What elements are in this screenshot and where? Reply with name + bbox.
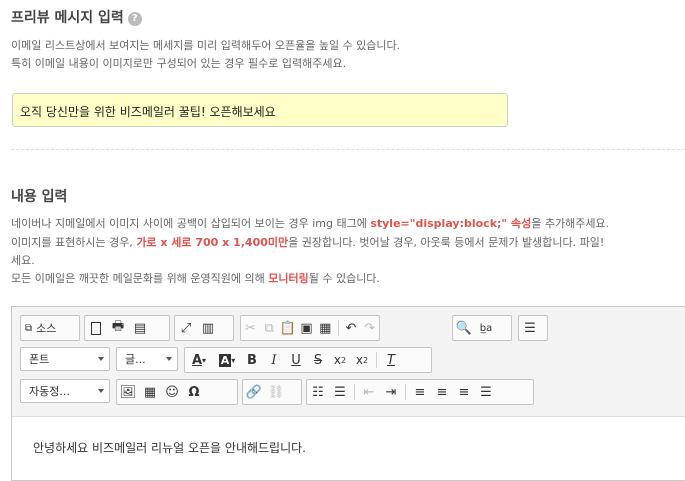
redo-icon[interactable]: ↷: [360, 316, 379, 340]
show-blocks-icon[interactable]: ▥: [197, 316, 219, 340]
toolbar-group-text: A ▾ A ▾ B I U S x2 x2 T: [184, 347, 432, 373]
toolbar-group-view: ⤢ ▥: [174, 315, 234, 341]
font-select[interactable]: 폰트: [20, 347, 110, 371]
bulleted-list-icon[interactable]: ☰: [329, 380, 351, 404]
auto-style-select[interactable]: 자동정...: [20, 379, 110, 403]
background-color-icon[interactable]: A ▾: [213, 348, 241, 372]
unlink-icon[interactable]: ⛓: [265, 380, 287, 404]
toolbar-group-select: ☰: [518, 315, 548, 341]
cut-icon[interactable]: ✂: [241, 316, 260, 340]
indent-icon[interactable]: ⇥: [380, 380, 402, 404]
undo-icon[interactable]: ↶: [342, 316, 361, 340]
toolbar-separator: [354, 384, 355, 400]
underline-icon[interactable]: U: [285, 348, 307, 372]
align-left-icon[interactable]: ≡: [409, 380, 431, 404]
source-label: 소스: [36, 322, 57, 335]
font-select-label: 폰트: [29, 353, 50, 366]
source-icon: ⧉: [25, 322, 33, 334]
search-icon[interactable]: 🔍: [453, 316, 475, 340]
table-icon[interactable]: ▦: [139, 380, 161, 404]
content-desc-4-highlight: 모니터링: [268, 272, 309, 285]
preview-input[interactable]: 오직 당신만을 위한 비즈메일러 꿀팁! 오픈해보세요: [12, 93, 508, 127]
size-select-label: 글...: [125, 353, 146, 366]
toolbar-group-find: 🔍 b̲a: [452, 315, 512, 341]
copy-icon[interactable]: ⧉: [260, 316, 279, 340]
content-desc-2-a: 이미지를 표현하시는 경우,: [11, 236, 137, 249]
templates-icon[interactable]: ▤: [129, 316, 151, 340]
content-desc-1-b: 을 추가해주세요.: [531, 217, 610, 230]
content-desc-3: 세요.: [11, 254, 35, 267]
new-page-icon[interactable]: [85, 316, 107, 340]
size-select[interactable]: 글...: [116, 347, 178, 371]
bold-icon[interactable]: B: [241, 348, 263, 372]
editor-content[interactable]: 안녕하세요 비즈메일러 리뉴얼 오픈을 안내해드립니다.: [12, 416, 685, 480]
paste-text-icon[interactable]: ▣: [297, 316, 316, 340]
paste-word-icon[interactable]: ▦: [316, 316, 335, 340]
content-desc-2: 이미지를 표현하시는 경우, 가로 x 세로 700 x 1,400미만을 권장…: [11, 234, 604, 251]
toolbar-group-document: 🖶 ▤: [84, 315, 170, 341]
content-desc-1: 네이버나 지메일에서 이미지 사이에 공백이 삽입되어 보이는 경우 img 태…: [11, 215, 609, 232]
toolbar-group-link: 🔗 ⛓: [242, 379, 302, 405]
content-desc-1-highlight: style="display:block;" 속성: [370, 217, 532, 230]
html-editor: ⧉ 소스 🖶 ▤ ⤢ ▥ ✂ ⧉ 📋 ▣ ▦ ↶ ↷ 🔍 b̲a ☰ 폰트 글..…: [11, 306, 685, 481]
content-desc-4-a: 모든 이메일은 깨끗한 메일문화를 위해 운영직원에 의해: [11, 272, 269, 285]
content-desc-4: 모든 이메일은 깨끗한 메일문화를 위해 운영직원에 의해 모니터링될 수 있습…: [11, 270, 380, 287]
preview-desc-1: 이메일 리스트상에서 보여지는 메세지를 미리 입력해두어 오픈율을 높일 수 …: [11, 39, 401, 52]
preview-desc-2: 특히 이메일 내용이 이미지로만 구성되어 있는 경우 필수로 입력해주세요.: [11, 57, 347, 70]
chevron-down-icon: [166, 357, 172, 361]
subscript-icon[interactable]: x2: [329, 348, 351, 372]
content-desc-2-b: 을 권장합니다. 벗어날 경우, 아웃룩 등에서 문제가 발생합니다. 파일!: [288, 236, 605, 249]
italic-icon[interactable]: I: [263, 348, 285, 372]
toolbar-group-insert: 🖼 ▦ ☺ Ω: [116, 379, 238, 405]
replace-icon[interactable]: b̲a: [475, 316, 497, 340]
special-char-icon[interactable]: Ω: [183, 380, 205, 404]
font-color-icon[interactable]: A ▾: [185, 348, 213, 372]
toolbar-separator: [405, 384, 406, 400]
section-divider: [11, 149, 685, 150]
help-icon[interactable]: ?: [127, 12, 142, 26]
content-desc-2-highlight: 가로 x 세로 700 x 1,400미만: [136, 236, 289, 249]
preview-title: 프리뷰 메시지 입력?: [11, 7, 142, 27]
preview-title-text: 프리뷰 메시지 입력: [11, 10, 124, 26]
select-all-icon[interactable]: ☰: [519, 316, 541, 340]
chevron-down-icon: [98, 389, 104, 393]
image-icon[interactable]: 🖼: [117, 380, 139, 404]
chevron-down-icon: [98, 357, 104, 361]
content-title: 내용 입력: [11, 189, 68, 205]
toolbar-group-clipboard: ✂ ⧉ 📋 ▣ ▦ ↶ ↷: [240, 315, 380, 341]
strikethrough-icon[interactable]: S: [307, 348, 329, 372]
superscript-icon[interactable]: x2: [351, 348, 373, 372]
auto-style-select-label: 자동정...: [29, 385, 70, 398]
maximize-icon[interactable]: ⤢: [175, 316, 197, 340]
source-button[interactable]: ⧉ 소스: [21, 316, 60, 340]
paste-icon[interactable]: 📋: [278, 316, 297, 340]
content-desc-4-b: 될 수 있습니다.: [308, 272, 380, 285]
toolbar-separator: [337, 320, 339, 336]
print-icon[interactable]: 🖶: [107, 316, 129, 340]
smiley-icon[interactable]: ☺: [161, 380, 183, 404]
content-desc-1-a: 네이버나 지메일에서 이미지 사이에 공백이 삽입되어 보이는 경우 img 태…: [11, 217, 371, 230]
toolbar-group-paragraph: ☷ ☰ ⇤ ⇥ ≡ ≡ ≡ ☰: [306, 379, 534, 405]
align-center-icon[interactable]: ≡: [431, 380, 453, 404]
numbered-list-icon[interactable]: ☷: [307, 380, 329, 404]
align-justify-icon[interactable]: ☰: [475, 380, 497, 404]
toolbar-separator: [376, 352, 377, 368]
editor-body-text: 안녕하세요 비즈메일러 리뉴얼 오픈을 안내해드립니다.: [33, 441, 306, 455]
link-icon[interactable]: 🔗: [243, 380, 265, 404]
align-right-icon[interactable]: ≡: [453, 380, 475, 404]
remove-format-icon[interactable]: T: [380, 348, 402, 372]
toolbar-group-source: ⧉ 소스: [20, 315, 80, 341]
outdent-icon[interactable]: ⇤: [358, 380, 380, 404]
